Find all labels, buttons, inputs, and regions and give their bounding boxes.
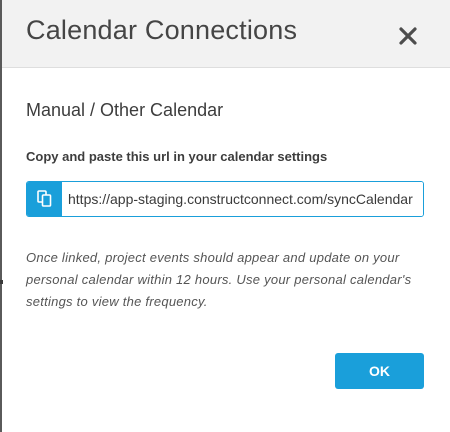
dialog-header: Calendar Connections — [2, 0, 450, 68]
instruction-text: Copy and paste this url in your calendar… — [26, 149, 328, 164]
copy-url-button[interactable] — [27, 182, 62, 216]
page: Calendar Connections Manual / Other Cale… — [0, 0, 450, 432]
calendar-url-input[interactable] — [62, 182, 423, 216]
dialog-title: Calendar Connections — [26, 15, 298, 45]
close-icon — [399, 27, 417, 45]
window-edge-marker — [0, 280, 3, 284]
ok-button[interactable]: OK — [335, 353, 424, 389]
section-heading: Manual / Other Calendar — [26, 100, 224, 120]
close-button[interactable] — [396, 24, 420, 48]
copy-icon — [37, 190, 52, 207]
sync-info-note: Once linked, project events should appea… — [26, 250, 412, 309]
url-copy-field — [26, 181, 424, 217]
